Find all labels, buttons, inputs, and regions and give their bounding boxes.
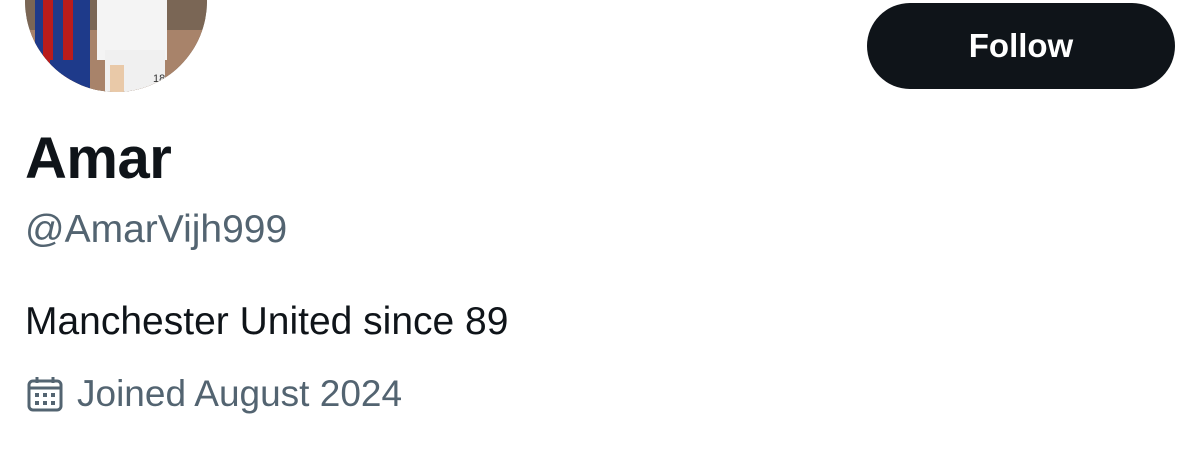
profile-header: 18 Follow Amar @AmarVijh999 Manchester U… — [0, 0, 1200, 452]
joined-date-label: Joined August 2024 — [77, 373, 403, 414]
calendar-icon — [25, 374, 65, 414]
avatar-photo: 18 — [25, 0, 207, 92]
display-name: Amar — [25, 126, 172, 191]
joined-date: Joined August 2024 — [25, 370, 402, 418]
profile-bio: Manchester United since 89 — [25, 300, 509, 343]
follow-button[interactable]: Follow — [867, 3, 1175, 89]
avatar[interactable]: 18 — [25, 0, 207, 92]
profile-handle: @AmarVijh999 — [25, 208, 288, 251]
svg-text:18: 18 — [153, 73, 165, 85]
